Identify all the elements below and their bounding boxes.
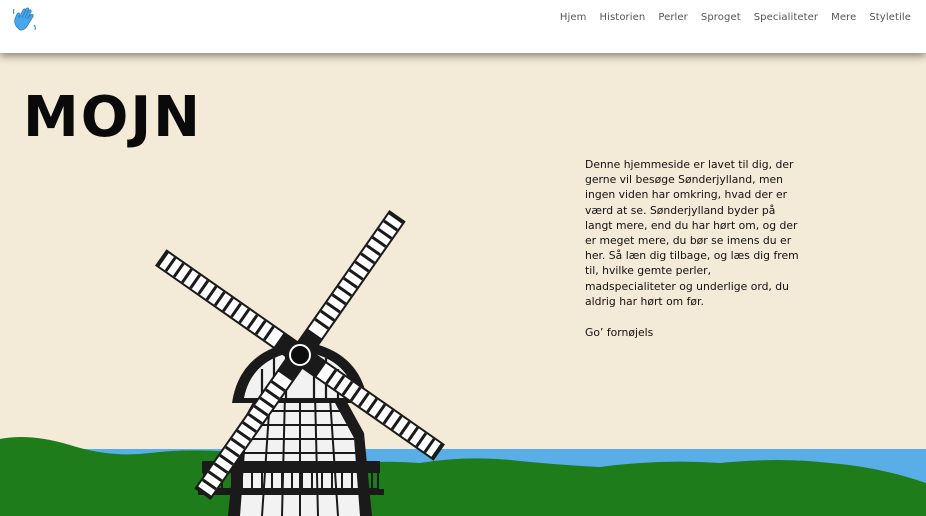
signoff-text: Go’ fornøjels — [585, 326, 654, 339]
nav-link-mere[interactable]: Mere — [831, 12, 856, 23]
intro-paragraph: Denne hjemmeside er lavet til dig, der g… — [585, 158, 799, 308]
main-nav: Hjem Historien Perler Sproget Specialite… — [547, 12, 911, 23]
nav-link-perler[interactable]: Perler — [658, 12, 688, 23]
nav-link-specialiteter[interactable]: Specialiteter — [754, 12, 818, 23]
page-title: MOJN — [23, 85, 203, 150]
nav-link-styletile[interactable]: Styletile — [869, 12, 911, 23]
hills-shape-right — [300, 458, 926, 516]
nav-link-sproget[interactable]: Sproget — [701, 12, 741, 23]
hero-section: MOJN Denne hjemmeside er lavet til dig, … — [0, 53, 926, 516]
nav-link-hjem[interactable]: Hjem — [560, 12, 587, 23]
top-navigation-bar: Hjem Historien Perler Sproget Specialite… — [0, 0, 926, 53]
waving-hand-icon[interactable] — [11, 5, 41, 33]
nav-link-historien[interactable]: Historien — [599, 12, 645, 23]
